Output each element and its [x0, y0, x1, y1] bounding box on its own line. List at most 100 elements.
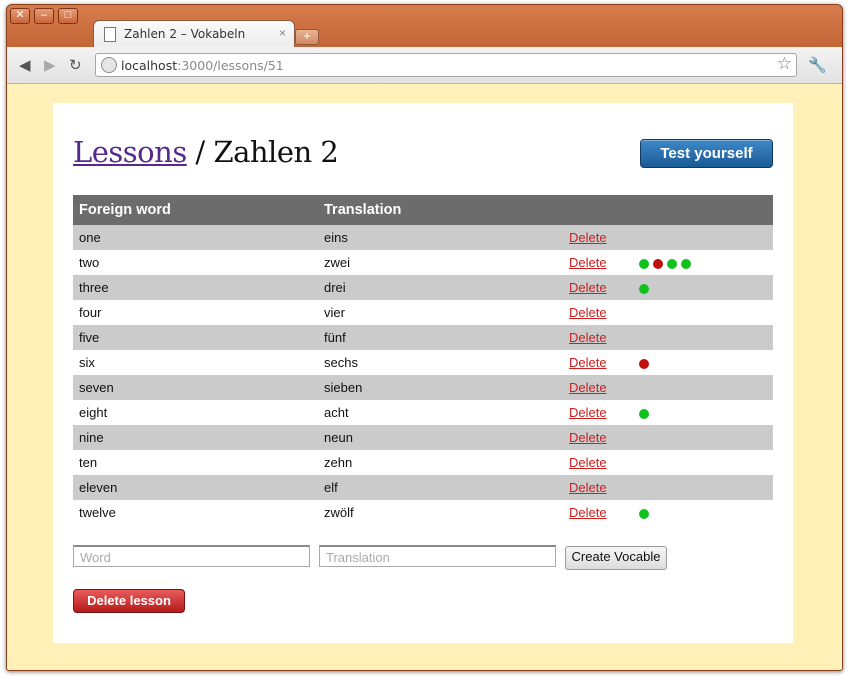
translation-cell: fünf	[318, 325, 563, 350]
results-cell	[633, 275, 773, 300]
delete-link[interactable]: Delete	[569, 280, 607, 295]
results-cell	[633, 400, 773, 425]
table-row: eleven elf Delete	[73, 475, 773, 500]
correct-result-dot	[639, 408, 649, 419]
delete-link[interactable]: Delete	[569, 330, 607, 345]
delete-link[interactable]: Delete	[569, 230, 607, 245]
foreign-word-cell: eight	[79, 405, 108, 420]
address-bar[interactable]: localhost:3000/lessons/51 ☆	[95, 53, 797, 77]
results-cell	[633, 375, 773, 400]
delete-link[interactable]: Delete	[569, 380, 607, 395]
results-cell	[633, 350, 773, 375]
heading-separator: /	[186, 135, 214, 169]
translation-cell: zwölf	[324, 505, 354, 520]
browser-toolbar: ◀ ▶ ↻ localhost:3000/lessons/51 ☆ 🔧	[7, 47, 842, 84]
delete-cell: Delete	[563, 275, 633, 300]
vocabulary-table-body: one eins Delete two zwei Delete three drei Delet…	[73, 225, 773, 525]
translation-cell: elf	[318, 475, 563, 500]
lessons-link[interactable]: Lessons	[73, 135, 187, 169]
browser-tab[interactable]: Zahlen 2 – Vokabeln ×	[93, 20, 295, 49]
table-row: nine neun Delete	[73, 425, 773, 450]
window-close-button[interactable]: ✕	[10, 8, 30, 24]
table-row: two zwei Delete	[73, 250, 773, 275]
back-icon[interactable]: ◀	[19, 56, 31, 74]
delete-link[interactable]: Delete	[569, 305, 607, 320]
results-cell	[633, 250, 773, 275]
bookmark-star-icon[interactable]: ☆	[777, 54, 792, 74]
translation-cell: drei	[318, 275, 563, 300]
delete-link[interactable]: Delete	[569, 405, 607, 420]
translation-cell: vier	[324, 305, 345, 320]
window-maximize-button[interactable]: □	[58, 8, 78, 24]
delete-cell: Delete	[563, 400, 633, 425]
translation-cell: sechs	[324, 355, 358, 370]
results-cell	[633, 500, 773, 525]
content-card: Lessons / Zahlen 2 Test yourself Foreign…	[53, 103, 793, 643]
delete-link[interactable]: Delete	[569, 480, 607, 495]
wrench-icon[interactable]: 🔧	[808, 56, 827, 74]
correct-result-dot	[639, 508, 649, 519]
page-viewport: Lessons / Zahlen 2 Test yourself Foreign…	[7, 84, 842, 670]
translation-cell: acht	[324, 405, 349, 420]
delete-link[interactable]: Delete	[569, 255, 607, 270]
table-row: one eins Delete	[73, 225, 773, 250]
foreign-word-cell: eleven	[73, 475, 318, 500]
table-row: five fünf Delete	[73, 325, 773, 350]
word-input[interactable]: Word	[73, 545, 310, 567]
lesson-title: Zahlen 2	[213, 135, 339, 169]
delete-link[interactable]: Delete	[569, 505, 607, 520]
foreign-word-cell: five	[73, 325, 318, 350]
test-yourself-button[interactable]: Test yourself	[640, 139, 773, 168]
delete-cell: Delete	[563, 300, 633, 325]
translation-cell: sieben	[318, 375, 563, 400]
browser-window: ✕ – □ Zahlen 2 – Vokabeln × + ◀ ▶ ↻ loca…	[6, 4, 843, 671]
delete-cell: Delete	[563, 350, 633, 375]
foreign-word-cell: three	[73, 275, 318, 300]
table-row: four vier Delete	[73, 300, 773, 325]
table-row: six sechs Delete	[73, 350, 773, 375]
delete-cell: Delete	[563, 225, 633, 250]
delete-cell: Delete	[563, 250, 633, 275]
window-minimize-button[interactable]: –	[34, 8, 54, 24]
new-tab-button[interactable]: +	[295, 29, 319, 45]
foreign-word-cell: nine	[73, 425, 318, 450]
tab-title: Zahlen 2 – Vokabeln	[124, 27, 246, 41]
delete-lesson-button[interactable]: Delete lesson	[73, 589, 185, 613]
url-host: localhost	[121, 58, 178, 73]
header-translation: Translation	[318, 195, 563, 225]
results-cell	[633, 475, 773, 500]
foreign-word-cell: two	[79, 255, 100, 270]
delete-cell: Delete	[563, 475, 633, 500]
vocabulary-table: Foreign word Translation one eins Delete tw…	[73, 195, 773, 525]
table-row: seven sieben Delete	[73, 375, 773, 400]
tab-close-icon[interactable]: ×	[279, 26, 286, 40]
translation-cell: neun	[318, 425, 563, 450]
wrong-result-dot	[639, 358, 649, 369]
table-row: ten zehn Delete	[73, 450, 773, 475]
results-cell	[633, 425, 773, 450]
wrong-result-dot	[653, 258, 663, 269]
foreign-word-cell: seven	[73, 375, 318, 400]
reload-icon[interactable]: ↻	[69, 56, 82, 74]
forward-icon[interactable]: ▶	[44, 56, 56, 74]
delete-link[interactable]: Delete	[569, 430, 607, 445]
delete-link[interactable]: Delete	[569, 355, 607, 370]
results-cell	[633, 450, 773, 475]
globe-icon	[101, 57, 117, 73]
correct-result-dot	[681, 258, 691, 269]
results-cell	[633, 225, 773, 250]
results-cell	[633, 325, 773, 350]
delete-cell: Delete	[563, 500, 633, 525]
delete-cell: Delete	[563, 425, 633, 450]
header-actions	[563, 195, 633, 225]
foreign-word-cell: ten	[79, 455, 98, 470]
translation-input[interactable]: Translation	[319, 545, 556, 567]
delete-link[interactable]: Delete	[569, 455, 607, 470]
create-vocable-button[interactable]: Create Vocable	[565, 546, 667, 570]
correct-result-dot	[639, 283, 649, 294]
correct-result-dot	[639, 258, 649, 269]
page-heading: Lessons / Zahlen 2	[73, 135, 339, 169]
foreign-word-cell: one	[73, 225, 318, 250]
correct-result-dot	[667, 258, 677, 269]
table-row: eight acht Delete	[73, 400, 773, 425]
